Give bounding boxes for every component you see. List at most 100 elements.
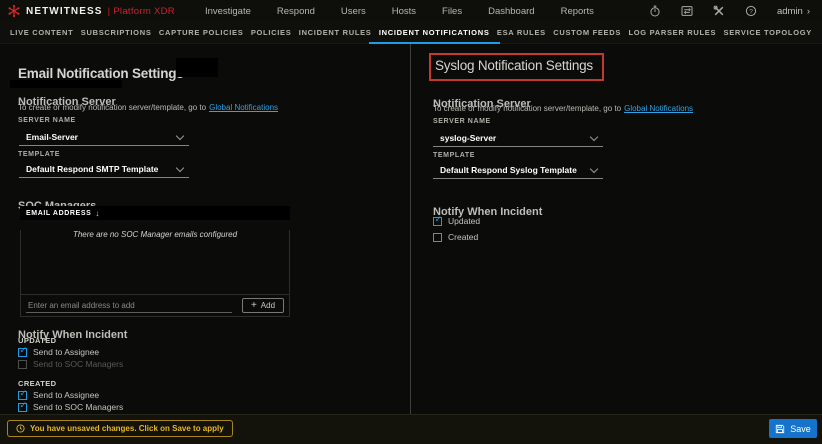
clock-icon [16,424,25,433]
nav-reports[interactable]: Reports [561,6,594,17]
chevron-down-icon [176,163,184,171]
checkbox-created-send-to-soc-managers[interactable] [18,403,27,412]
nav-investigate[interactable]: Investigate [205,6,251,17]
checkbox-row-created-assignee: Send to Assignee [18,390,99,400]
syslog-server-name-dropdown[interactable]: syslog-Server [433,131,603,147]
email-server-name-label: SERVER NAME [18,117,76,124]
top-navbar: NETWITNESS | Platform XDR Investigate Re… [0,0,822,22]
syslog-server-hint: To create or modify notification server/… [433,104,693,113]
nav-users[interactable]: Users [341,6,366,17]
topbar-utilities: ? admin › [649,5,810,17]
email-address-column-header[interactable]: EMAIL ADDRESS ↓ [20,206,290,220]
user-name: admin [777,6,803,17]
syslog-template-value: Default Respond Syslog Template [440,165,577,175]
app-window: NETWITNESS | Platform XDR Investigate Re… [0,0,822,444]
primary-nav: Investigate Respond Users Hosts Files Da… [205,6,594,17]
redaction-artifact [176,58,218,77]
syslog-server-name-label: SERVER NAME [433,118,491,125]
warning-text: You have unsaved changes. Click on Save … [30,424,224,433]
tab-subscriptions[interactable]: SUBSCRIPTIONS [79,22,154,43]
nav-dashboard[interactable]: Dashboard [488,6,534,17]
hint-text: To create or modify notification server/… [433,104,621,113]
syslog-template-dropdown[interactable]: Default Respond Syslog Template [433,163,603,179]
checkbox-row-created-soc-managers: Send to SOC Managers [18,402,123,412]
checkbox-label: Send to Assignee [33,347,99,357]
checkbox-created-send-to-assignee[interactable] [18,391,27,400]
soc-managers-table-body: There are no SOC Manager emails configur… [20,230,290,295]
nav-respond[interactable]: Respond [277,6,315,17]
updated-group-label: UPDATED [18,336,57,345]
tab-policies[interactable]: POLICIES [249,22,294,43]
chevron-down-icon [176,131,184,139]
email-template-dropdown[interactable]: Default Respond SMTP Template [19,162,189,178]
email-server-hint: To create or modify notification server/… [18,103,278,112]
global-notifications-link[interactable]: Global Notifications [209,103,278,112]
syslog-server-name-value: syslog-Server [440,133,496,143]
save-button-label: Save [790,424,811,434]
tab-custom-feeds[interactable]: CUSTOM FEEDS [551,22,623,43]
checkbox-syslog-created[interactable] [433,233,442,242]
help-icon[interactable]: ? [745,5,757,17]
brand-product: | Platform XDR [108,6,175,17]
svg-text:?: ? [749,8,753,15]
add-button-label: Add [261,301,275,310]
checkbox-updated-send-to-assignee[interactable] [18,348,27,357]
email-server-name-dropdown[interactable]: Email-Server [19,130,189,146]
secondary-tabbar: LIVE CONTENT SUBSCRIPTIONS CAPTURE POLIC… [0,22,822,44]
checkbox-label: Created [448,232,478,242]
tab-esa-rules[interactable]: ESA RULES [495,22,548,43]
checkbox-label: Send to Assignee [33,390,99,400]
chevron-down-icon [590,132,598,140]
column-label: EMAIL ADDRESS [26,210,91,217]
sort-descending-icon: ↓ [95,209,100,218]
checkbox-row-syslog-created: Created [433,232,478,242]
add-email-row: + Add [20,295,290,317]
user-menu[interactable]: admin › [777,6,810,17]
tab-service-topology[interactable]: SERVICE TOPOLOGY [722,22,814,43]
timer-icon[interactable] [649,5,661,17]
redaction-artifact [10,80,122,88]
email-template-value: Default Respond SMTP Template [26,164,158,174]
syslog-template-label: TEMPLATE [433,152,475,159]
email-template-label: TEMPLATE [18,151,60,158]
checkbox-row-syslog-updated: Updated [433,216,480,226]
nav-files[interactable]: Files [442,6,462,17]
global-notifications-link[interactable]: Global Notifications [624,104,693,113]
tab-live-content[interactable]: LIVE CONTENT [8,22,75,43]
checkbox-updated-send-to-soc-managers [18,360,27,369]
soc-managers-table: EMAIL ADDRESS ↓ There are no SOC Manager… [20,206,290,317]
footer-bar: You have unsaved changes. Click on Save … [0,414,822,444]
chevron-down-icon [590,164,598,172]
main-content: Email Notification Settings Notification… [0,44,822,415]
tab-incident-rules[interactable]: INCIDENT RULES [297,22,374,43]
syslog-panel-title: Syslog Notification Settings [435,58,593,73]
email-server-name-value: Email-Server [26,132,78,142]
checkbox-label: Send to SOC Managers [33,402,123,412]
plus-icon: + [251,301,257,311]
netwitness-logo-icon [7,4,21,18]
email-panel-title: Email Notification Settings [18,66,184,81]
checkbox-label: Updated [448,216,480,226]
checkbox-syslog-updated[interactable] [433,217,442,226]
created-group-label: CREATED [18,379,57,388]
hint-text: To create or modify notification server/… [18,103,206,112]
brand-name: NETWITNESS [26,6,103,17]
checkbox-label: Send to SOC Managers [33,359,123,369]
checkbox-row-updated-assignee: Send to Assignee [18,347,99,357]
panel-divider [410,44,411,415]
tab-log-parser-rules[interactable]: LOG PARSER RULES [626,22,718,43]
tab-capture-policies[interactable]: CAPTURE POLICIES [157,22,246,43]
nav-hosts[interactable]: Hosts [392,6,416,17]
tab-incident-notifications[interactable]: INCIDENT NOTIFICATIONS [377,22,492,43]
brand: NETWITNESS | Platform XDR [7,4,175,18]
jobs-icon[interactable] [681,5,693,17]
add-email-button[interactable]: + Add [242,298,284,313]
unsaved-changes-warning: You have unsaved changes. Click on Save … [7,420,233,437]
email-address-input[interactable] [26,299,232,313]
save-button[interactable]: Save [769,419,817,438]
admin-tools-icon[interactable] [713,5,725,17]
syslog-title-highlight-box: Syslog Notification Settings [429,53,604,81]
chevron-right-icon: › [807,6,810,17]
save-floppy-icon [775,424,785,434]
checkbox-row-updated-soc-managers: Send to SOC Managers [18,359,123,369]
